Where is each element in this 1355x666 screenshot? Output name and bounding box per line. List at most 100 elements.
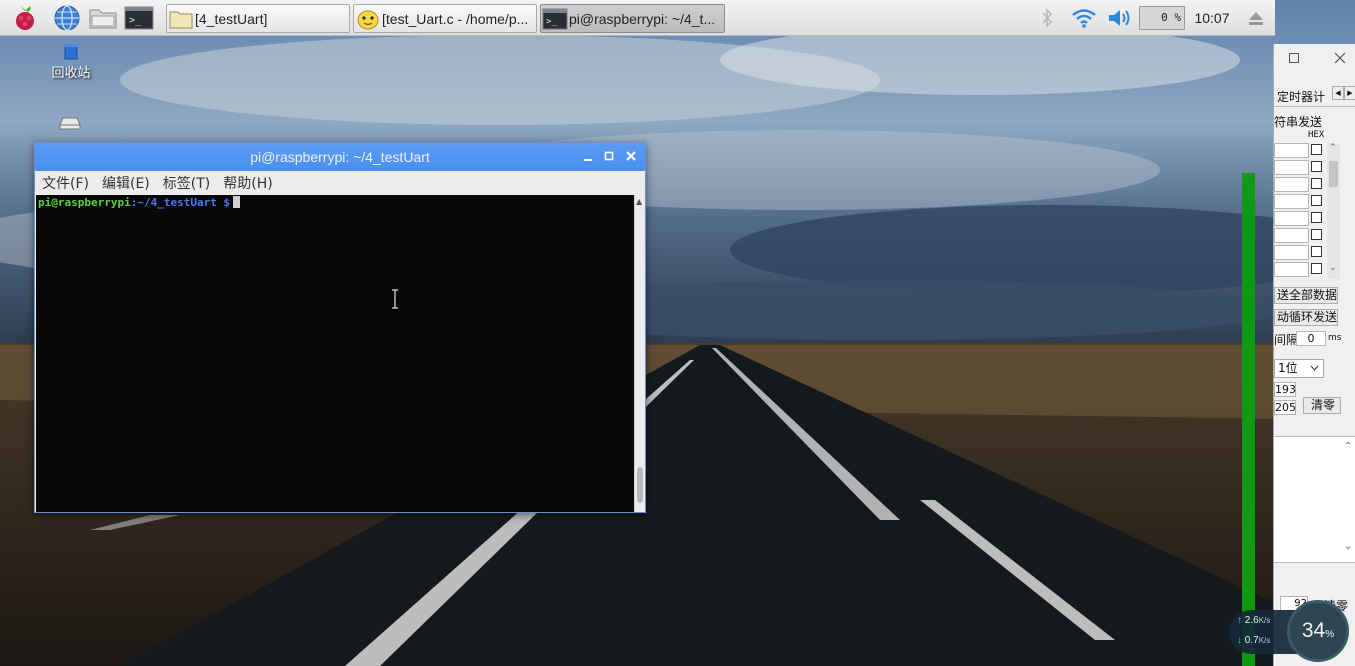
window-close-icon[interactable] bbox=[1334, 52, 1346, 64]
svg-text:>_: >_ bbox=[129, 15, 142, 26]
download-unit: K/s bbox=[1258, 636, 1271, 645]
send-row-input[interactable] bbox=[1274, 143, 1309, 158]
prompt-path: :~/4_testUart bbox=[130, 196, 217, 209]
scroll-down-icon[interactable]: ⌄ bbox=[1329, 263, 1337, 273]
task-label: [test_Uart.c - /home/p... bbox=[382, 10, 529, 27]
hex-checkbox[interactable] bbox=[1311, 178, 1322, 189]
stop-bits-select[interactable]: 1位 bbox=[1274, 359, 1324, 378]
hex-checkbox[interactable] bbox=[1311, 229, 1322, 240]
send-all-button[interactable]: 送全部数据 bbox=[1274, 287, 1338, 304]
menu-help[interactable]: 帮助(H) bbox=[223, 173, 272, 193]
tab-scroll-left-icon[interactable]: ◀ bbox=[1332, 86, 1344, 100]
serial-tool-window[interactable]: 定时器计 ◀ ▶ 符串发送 HEX ⌃ ⌄ 送全部数据 动循环发送 间隔 0 m… bbox=[1273, 44, 1355, 666]
hex-checkbox[interactable] bbox=[1311, 144, 1322, 155]
hex-checkbox[interactable] bbox=[1311, 161, 1322, 172]
clear-count-button[interactable]: 清零 bbox=[1303, 397, 1341, 414]
send-row-input[interactable] bbox=[1274, 262, 1309, 277]
desktop-drive[interactable] bbox=[58, 116, 82, 130]
maximize-button[interactable] bbox=[601, 148, 617, 164]
volume-icon[interactable] bbox=[1104, 4, 1134, 32]
usage-percent: 34% bbox=[1290, 619, 1346, 643]
hex-checkbox[interactable] bbox=[1311, 212, 1322, 223]
desktop-trash[interactable]: 回收站 bbox=[46, 42, 96, 81]
send-row-input[interactable] bbox=[1274, 194, 1309, 209]
task-file-manager[interactable]: [4_testUart] bbox=[166, 4, 350, 33]
file-manager-icon[interactable] bbox=[88, 3, 118, 33]
chevron-down-icon bbox=[1310, 365, 1319, 371]
scrollbar-thumb[interactable] bbox=[1329, 161, 1338, 187]
send-row-input[interactable] bbox=[1274, 177, 1309, 192]
interval-input[interactable]: 0 bbox=[1296, 331, 1326, 346]
clock[interactable]: 10:07 bbox=[1190, 4, 1234, 32]
interval-unit: ms bbox=[1328, 333, 1342, 343]
cpu-usage-label: 0 % bbox=[1161, 11, 1181, 24]
send-list-scrollbar[interactable]: ⌃ ⌄ bbox=[1327, 143, 1340, 279]
memory-usage-circle[interactable]: 34% bbox=[1287, 600, 1349, 662]
top-panel: >_ [4_testUart] [test_Uart.c - /home/p..… bbox=[0, 0, 1275, 36]
terminal-icon: >_ bbox=[541, 5, 569, 32]
terminal-titlebar[interactable]: pi@raspberrypi: ~/4_testUart bbox=[35, 143, 645, 171]
tab-scroll-right-icon[interactable]: ▶ bbox=[1344, 86, 1355, 100]
web-browser-icon[interactable] bbox=[52, 3, 82, 33]
terminal-scrollbar[interactable]: ▲ bbox=[634, 195, 645, 512]
task-label: pi@raspberrypi: ~/4_t... bbox=[569, 10, 716, 27]
menu-tabs[interactable]: 标签(T) bbox=[163, 173, 210, 193]
scroll-up-icon[interactable]: ▲ bbox=[636, 197, 642, 206]
eject-icon[interactable] bbox=[1244, 4, 1268, 32]
hex-checkbox[interactable] bbox=[1311, 195, 1322, 206]
task-text-editor[interactable]: [test_Uart.c - /home/p... bbox=[353, 4, 537, 33]
prompt-line: pi@raspberrypi:~/4_testUart $ bbox=[38, 196, 241, 209]
auto-loop-button[interactable]: 动循环发送 bbox=[1274, 309, 1338, 326]
minimize-button[interactable] bbox=[580, 148, 596, 164]
green-meter-bar bbox=[1242, 173, 1255, 666]
prompt-symbol: $ bbox=[216, 196, 231, 209]
folder-icon bbox=[167, 5, 195, 32]
maximize-icon bbox=[604, 151, 614, 161]
svg-text:>_: >_ bbox=[546, 17, 557, 27]
window-restore-icon[interactable] bbox=[1288, 52, 1300, 64]
upload-speed: ↑ 2.6K/s bbox=[1237, 615, 1270, 626]
usage-percent-value: 34 bbox=[1301, 619, 1326, 642]
hex-checkbox[interactable] bbox=[1311, 246, 1322, 257]
scroll-up-icon[interactable]: ⌃ bbox=[1329, 143, 1337, 153]
menu-edit[interactable]: 编辑(E) bbox=[102, 173, 150, 193]
menu-file[interactable]: 文件(F) bbox=[42, 173, 89, 193]
receive-area[interactable]: ⌃ ⌄ bbox=[1274, 436, 1355, 563]
scroll-down-icon[interactable]: ⌄ bbox=[1344, 541, 1352, 552]
terminal-window[interactable]: pi@raspberrypi: ~/4_testUart 文件(F) 编辑(E)… bbox=[34, 142, 646, 513]
close-icon bbox=[626, 151, 636, 161]
interval-label: 间隔 bbox=[1274, 333, 1299, 347]
scrollbar-thumb[interactable] bbox=[637, 467, 643, 503]
task-terminal[interactable]: >_ pi@raspberrypi: ~/4_t... bbox=[540, 4, 725, 33]
divider bbox=[1274, 106, 1355, 107]
download-value: 0.7 bbox=[1244, 635, 1259, 646]
terminal-output[interactable]: pi@raspberrypi:~/4_testUart $ bbox=[36, 195, 634, 512]
string-send-label: 符串发送 bbox=[1274, 115, 1323, 129]
text-editor-icon bbox=[354, 5, 382, 32]
hex-checkbox[interactable] bbox=[1311, 263, 1322, 274]
scroll-up-icon[interactable]: ⌃ bbox=[1344, 441, 1352, 452]
download-speed: ↓ 0.7K/s bbox=[1237, 635, 1270, 646]
timer-tab[interactable]: 定时器计 bbox=[1277, 88, 1325, 105]
send-row-input[interactable] bbox=[1274, 228, 1309, 243]
task-label: [4_testUart] bbox=[195, 10, 268, 27]
send-row-input[interactable] bbox=[1274, 160, 1309, 175]
network-speed-widget[interactable]: ↑ 2.6K/s ↓ 0.7K/s 34% bbox=[1229, 600, 1355, 662]
hex-header: HEX bbox=[1308, 130, 1325, 140]
tx-count: 205 bbox=[1274, 400, 1296, 415]
trash-icon bbox=[64, 44, 78, 60]
wifi-icon[interactable] bbox=[1068, 4, 1100, 32]
cpu-monitor[interactable]: 0 % bbox=[1138, 4, 1186, 32]
usage-percent-sign: % bbox=[1325, 629, 1335, 640]
close-button[interactable] bbox=[623, 148, 639, 164]
terminal-launcher-icon[interactable]: >_ bbox=[124, 3, 154, 33]
text-cursor bbox=[233, 196, 241, 208]
upload-unit: K/s bbox=[1258, 616, 1271, 625]
bluetooth-icon[interactable] bbox=[1036, 4, 1058, 32]
rx-count: 193 bbox=[1274, 382, 1296, 397]
upload-arrow-icon: ↑ bbox=[1237, 615, 1242, 626]
raspberry-menu-icon[interactable] bbox=[10, 3, 40, 33]
send-row-input[interactable] bbox=[1274, 245, 1309, 260]
send-row-input[interactable] bbox=[1274, 211, 1309, 226]
stop-bits-value: 1位 bbox=[1278, 361, 1298, 375]
